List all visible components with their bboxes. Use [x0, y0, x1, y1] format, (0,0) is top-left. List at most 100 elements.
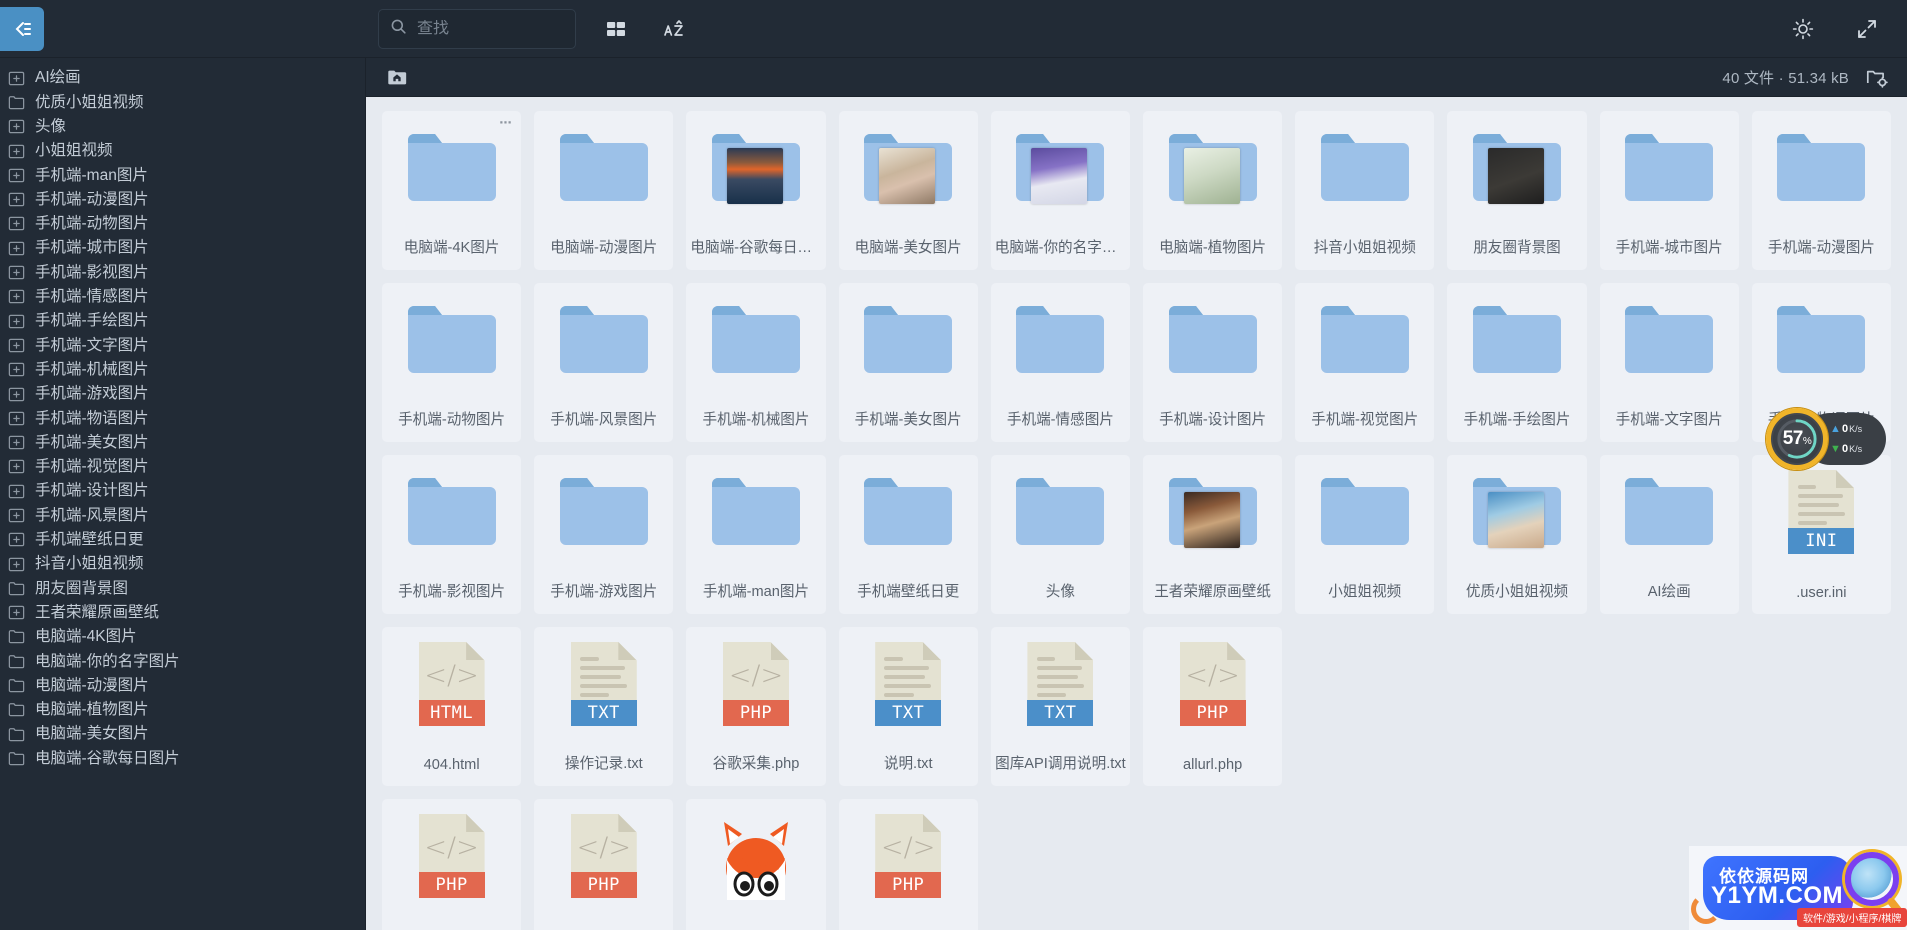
sidebar-item-26[interactable]: 电脑端-植物图片	[0, 698, 365, 722]
folder-tile[interactable]: 手机端-man图片	[686, 455, 826, 614]
file-tile[interactable]: </> HTML 404.html	[382, 627, 522, 786]
folder-plus-icon[interactable]	[7, 555, 26, 574]
file-tile[interactable]: </> PHP	[382, 799, 522, 930]
folder-plus-icon[interactable]	[7, 409, 26, 428]
sidebar-item-20[interactable]: 抖音小姐姐视频	[0, 552, 365, 576]
folder-plus-icon[interactable]	[7, 482, 26, 501]
sidebar-item-17[interactable]: 手机端-设计图片	[0, 479, 365, 503]
folder-settings-icon[interactable]	[1865, 65, 1889, 89]
sidebar-item-8[interactable]: 手机端-影视图片	[0, 260, 365, 284]
sidebar-item-27[interactable]: 电脑端-美女图片	[0, 722, 365, 746]
folder-plus-icon[interactable]	[7, 287, 26, 306]
sidebar-item-13[interactable]: 手机端-游戏图片	[0, 382, 365, 406]
collapse-sidebar-icon[interactable]	[0, 6, 44, 51]
sidebar-item-14[interactable]: 手机端-物语图片	[0, 406, 365, 430]
sidebar-tree[interactable]: AI绘画 优质小姐姐视频 头像 小姐姐视频 手机端-man图片 手机端-动漫图片 手机端-动…	[0, 58, 366, 930]
folder-tile[interactable]: 电脑端-美女图片	[838, 111, 978, 270]
folder-icon[interactable]	[7, 725, 26, 744]
sidebar-item-22[interactable]: 王者荣耀原画壁纸	[0, 601, 365, 625]
folder-tile[interactable]: 手机端-动漫图片	[1751, 111, 1891, 270]
folder-plus-icon[interactable]	[7, 166, 26, 185]
sidebar-item-24[interactable]: 电脑端-你的名字图片	[0, 649, 365, 673]
folder-tile[interactable]: 头像	[990, 455, 1130, 614]
folder-tile[interactable]: 手机端-影视图片	[382, 455, 522, 614]
folder-tile[interactable]: AI绘画	[1599, 455, 1739, 614]
file-grid-scroll[interactable]: ⠇ 电脑端-4K图片 电脑端-动漫图片 电脑端-谷歌每日图片 电脑端-美女图片 电脑端-你…	[366, 97, 1907, 930]
folder-icon[interactable]	[7, 652, 26, 671]
folder-plus-icon[interactable]	[7, 336, 26, 355]
folder-plus-icon[interactable]	[7, 263, 26, 282]
sidebar-item-11[interactable]: 手机端-文字图片	[0, 333, 365, 357]
folder-tile[interactable]: 手机端-美女图片	[838, 283, 978, 442]
file-tile[interactable]: </> PHP 谷歌采集.php	[686, 627, 826, 786]
folder-icon[interactable]	[7, 749, 26, 768]
folder-icon[interactable]	[7, 700, 26, 719]
sidebar-item-10[interactable]: 手机端-手绘图片	[0, 309, 365, 333]
folder-plus-icon[interactable]	[7, 312, 26, 331]
sort-az-icon[interactable]	[656, 11, 692, 47]
file-tile[interactable]: </> PHP	[838, 799, 978, 930]
folder-plus-icon[interactable]	[7, 360, 26, 379]
home-folder-icon[interactable]	[386, 66, 408, 88]
folder-plus-icon[interactable]	[7, 530, 26, 549]
more-options-icon[interactable]: ⠇	[495, 119, 512, 130]
folder-plus-icon[interactable]	[7, 214, 26, 233]
file-tile[interactable]	[686, 799, 826, 930]
sidebar-item-3[interactable]: 小姐姐视频	[0, 139, 365, 163]
folder-tile[interactable]: 抖音小姐姐视频	[1295, 111, 1435, 270]
folder-tile[interactable]: 手机端-城市图片	[1599, 111, 1739, 270]
folder-tile[interactable]: 手机端-手绘图片	[1447, 283, 1587, 442]
fullscreen-icon[interactable]	[1849, 11, 1885, 47]
folder-tile[interactable]: 电脑端-谷歌每日图片	[686, 111, 826, 270]
file-tile[interactable]: TXT 操作记录.txt	[534, 627, 674, 786]
folder-tile[interactable]: 电脑端-动漫图片	[534, 111, 674, 270]
folder-plus-icon[interactable]	[7, 433, 26, 452]
folder-plus-icon[interactable]	[7, 603, 26, 622]
folder-tile[interactable]: 优质小姐姐视频	[1447, 455, 1587, 614]
grid-view-icon[interactable]	[598, 11, 634, 47]
sidebar-item-9[interactable]: 手机端-情感图片	[0, 285, 365, 309]
folder-plus-icon[interactable]	[7, 239, 26, 258]
file-tile[interactable]: TXT 说明.txt	[838, 627, 978, 786]
folder-tile[interactable]: 手机端-游戏图片	[534, 455, 674, 614]
folder-tile[interactable]: ⠇ 电脑端-4K图片	[382, 111, 522, 270]
folder-tile[interactable]: 手机端-视觉图片	[1295, 283, 1435, 442]
sidebar-item-23[interactable]: 电脑端-4K图片	[0, 625, 365, 649]
folder-tile[interactable]: 手机端-情感图片	[990, 283, 1130, 442]
folder-tile[interactable]: 手机端-风景图片	[534, 283, 674, 442]
sidebar-item-2[interactable]: 头像	[0, 115, 365, 139]
sidebar-item-15[interactable]: 手机端-美女图片	[0, 430, 365, 454]
folder-plus-icon[interactable]	[7, 457, 26, 476]
folder-tile[interactable]: 手机端-机械图片	[686, 283, 826, 442]
sidebar-item-7[interactable]: 手机端-城市图片	[0, 236, 365, 260]
folder-tile[interactable]: 手机端-文字图片	[1599, 283, 1739, 442]
file-tile[interactable]: </> PHP	[534, 799, 674, 930]
folder-tile[interactable]: 电脑端-你的名字图片	[990, 111, 1130, 270]
folder-tile[interactable]: 手机端-设计图片	[1142, 283, 1283, 442]
folder-plus-icon[interactable]	[7, 117, 26, 136]
folder-tile[interactable]: 手机端-物语图片	[1751, 283, 1891, 442]
file-tile[interactable]: </> PHP allurl.php	[1142, 627, 1283, 786]
sun-icon[interactable]	[1785, 11, 1821, 47]
file-tile[interactable]: INI .user.ini	[1751, 455, 1891, 614]
sidebar-item-28[interactable]: 电脑端-谷歌每日图片	[0, 746, 365, 770]
folder-tile[interactable]: 朋友圈背景图	[1447, 111, 1587, 270]
file-tile[interactable]: TXT 图库API调用说明.txt	[990, 627, 1130, 786]
sidebar-item-1[interactable]: 优质小姐姐视频	[0, 90, 365, 114]
folder-plus-icon[interactable]	[7, 69, 26, 88]
folder-plus-icon[interactable]	[7, 506, 26, 525]
folder-icon[interactable]	[7, 93, 26, 112]
sidebar-item-4[interactable]: 手机端-man图片	[0, 163, 365, 187]
folder-tile[interactable]: 小姐姐视频	[1295, 455, 1435, 614]
sidebar-item-0[interactable]: AI绘画	[0, 66, 365, 90]
folder-plus-icon[interactable]	[7, 385, 26, 404]
sidebar-item-5[interactable]: 手机端-动漫图片	[0, 187, 365, 211]
folder-icon[interactable]	[7, 627, 26, 646]
sidebar-item-19[interactable]: 手机端壁纸日更	[0, 528, 365, 552]
folder-tile[interactable]: 手机端壁纸日更	[838, 455, 978, 614]
folder-tile[interactable]: 手机端-动物图片	[382, 283, 522, 442]
folder-plus-icon[interactable]	[7, 142, 26, 161]
folder-plus-icon[interactable]	[7, 190, 26, 209]
sidebar-item-12[interactable]: 手机端-机械图片	[0, 358, 365, 382]
sidebar-item-6[interactable]: 手机端-动物图片	[0, 212, 365, 236]
